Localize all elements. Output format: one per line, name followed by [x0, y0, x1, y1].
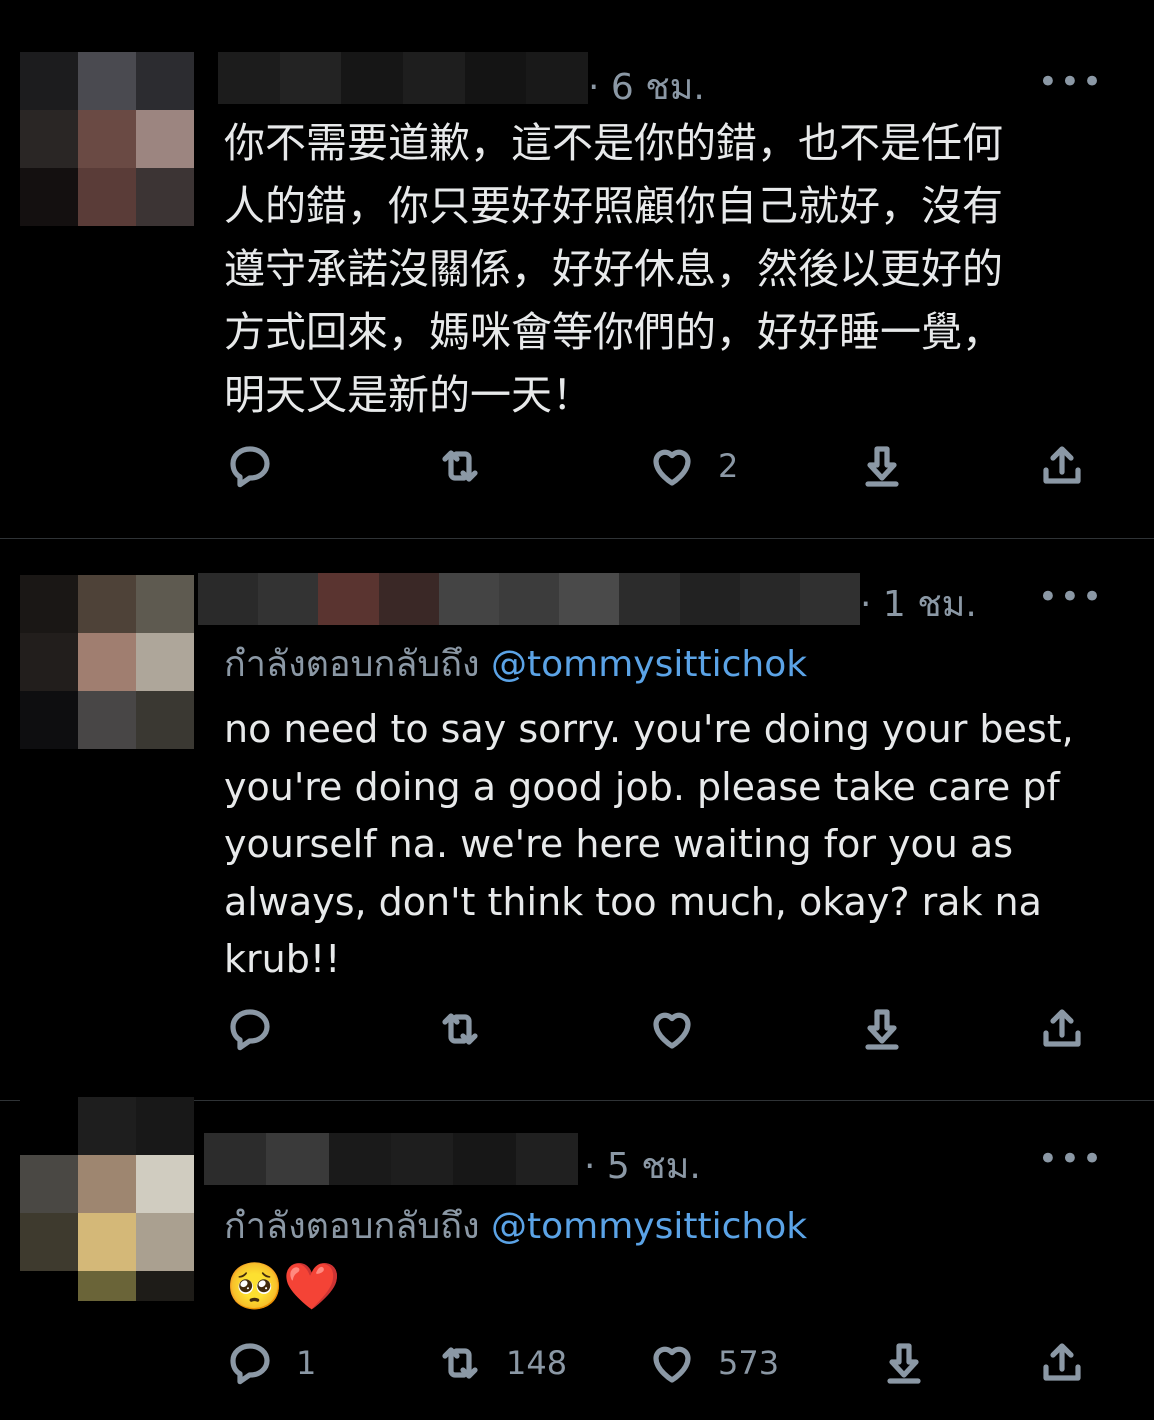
retweet-icon — [436, 1339, 484, 1387]
like-button[interactable] — [648, 1005, 696, 1053]
more-options-icon[interactable]: ••• — [1038, 62, 1104, 102]
reply-icon — [226, 442, 274, 490]
reply-button[interactable] — [226, 442, 274, 490]
replying-to-label: กำลังตอบกลับถึง — [224, 1206, 492, 1247]
download-button[interactable] — [880, 1339, 928, 1387]
retweet-button[interactable]: 148 — [436, 1339, 567, 1387]
tweet-text: no need to say sorry. you're doing your … — [224, 707, 1074, 981]
reply-handle-link[interactable]: @tommysittichok — [491, 644, 807, 685]
tweet-time[interactable]: · 6 ชม. — [588, 58, 705, 115]
tweet-text: 🥺❤️ — [226, 1259, 341, 1313]
download-button[interactable] — [858, 1005, 906, 1053]
tweet-actions — [0, 1005, 1154, 1065]
tweet-3[interactable]: · 5 ชม. ••• กำลังตอบกลับถึง @tommysittic… — [0, 1097, 1154, 1420]
blurred-username[interactable] — [204, 1133, 578, 1185]
more-options-icon[interactable]: ••• — [1038, 577, 1104, 617]
reply-handle-link[interactable]: @tommysittichok — [491, 1206, 807, 1247]
download-button[interactable] — [858, 442, 906, 490]
tweet-time[interactable]: · 5 ชม. — [584, 1137, 701, 1194]
download-icon — [880, 1339, 928, 1387]
retweet-icon — [436, 1005, 484, 1053]
more-options-icon[interactable]: ••• — [1038, 1139, 1104, 1179]
tweet-actions: 1 148 573 — [0, 1339, 1154, 1399]
blurred-username[interactable] — [218, 52, 588, 104]
tweet-1[interactable]: · 6 ชม. ••• 你不需要道歉，這不是你的錯，也不是任何 人的錯，你只要好… — [0, 0, 1154, 538]
blurred-username[interactable] — [198, 573, 860, 625]
reply-count: 1 — [296, 1344, 317, 1382]
download-icon — [858, 1005, 906, 1053]
replying-to: กำลังตอบกลับถึง @tommysittichok — [224, 1197, 807, 1254]
replying-to-label: กำลังตอบกลับถึง — [224, 644, 492, 685]
like-icon — [648, 1005, 696, 1053]
tweet-actions: 2 — [0, 442, 1154, 502]
share-button[interactable] — [1038, 1005, 1086, 1053]
avatar[interactable] — [20, 575, 194, 749]
like-icon — [648, 1339, 696, 1387]
share-button[interactable] — [1038, 1339, 1086, 1387]
like-count: 2 — [718, 447, 739, 485]
share-icon — [1038, 1005, 1086, 1053]
retweet-count: 148 — [506, 1344, 568, 1382]
like-count: 573 — [718, 1344, 780, 1382]
reply-icon — [226, 1005, 274, 1053]
share-icon — [1038, 442, 1086, 490]
tweet-text: 你不需要道歉，這不是你的錯，也不是任何 人的錯，你只要好好照顧你自己就好，沒有 … — [224, 119, 1003, 419]
replying-to: กำลังตอบกลับถึง @tommysittichok — [224, 635, 807, 692]
reply-button[interactable] — [226, 1005, 274, 1053]
tweet-2[interactable]: · 1 ชม. ••• กำลังตอบกลับถึง @tommysittic… — [0, 539, 1154, 1101]
like-icon — [648, 442, 696, 490]
share-icon — [1038, 1339, 1086, 1387]
reply-button[interactable]: 1 — [226, 1339, 316, 1387]
share-button[interactable] — [1038, 442, 1086, 490]
tweet-time[interactable]: · 1 ชม. — [860, 575, 977, 632]
retweet-button[interactable] — [436, 1005, 484, 1053]
download-icon — [858, 442, 906, 490]
avatar[interactable] — [20, 1097, 194, 1301]
retweet-icon — [436, 442, 484, 490]
reply-icon — [226, 1339, 274, 1387]
retweet-button[interactable] — [436, 442, 484, 490]
like-button[interactable]: 2 — [648, 442, 738, 490]
avatar[interactable] — [20, 52, 194, 226]
like-button[interactable]: 573 — [648, 1339, 779, 1387]
